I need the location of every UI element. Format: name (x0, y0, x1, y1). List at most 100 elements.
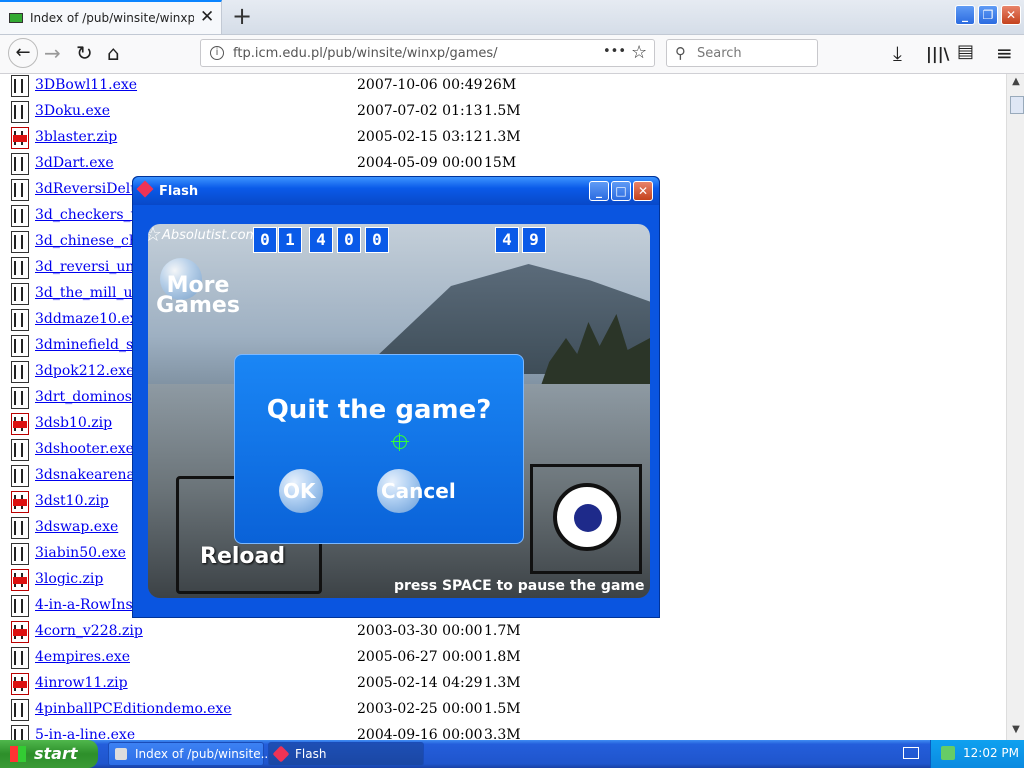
download-icon[interactable]: ⤓ (893, 41, 902, 65)
zip-file-icon (11, 569, 29, 591)
menu-icon[interactable]: ≡ (996, 41, 1013, 65)
clock[interactable]: 12:02 PM (963, 746, 1019, 760)
pause-circle-icon (553, 483, 621, 551)
listing-row: 3dDart.exe 2004-05-09 00:00 15M (0, 152, 1000, 178)
quit-dialog: Quit the game? OK Cancel (234, 354, 524, 544)
flash-close-button[interactable]: ✕ (633, 181, 653, 201)
cancel-label: Cancel (381, 479, 456, 503)
ftp-favicon-icon (9, 13, 23, 23)
browser-close-button[interactable]: ✕ (1001, 5, 1021, 25)
new-tab-button[interactable]: + (232, 2, 252, 30)
file-link[interactable]: 3dReversiDelux (35, 181, 147, 197)
reload-button[interactable]: Reload (200, 544, 285, 569)
score-digit: 1 (278, 227, 302, 253)
ok-button[interactable]: OK (279, 469, 339, 513)
start-button[interactable]: start (0, 740, 98, 768)
start-label: start (34, 744, 78, 763)
exe-file-icon (11, 75, 29, 97)
back-icon[interactable]: ← (8, 38, 38, 68)
taskbar-item-browser[interactable]: Index of /pub/winsite... (108, 742, 272, 766)
file-link[interactable]: 3d_chinese_che (35, 233, 146, 249)
flash-app-icon (136, 180, 154, 198)
listing-row: 3blaster.zip 2005-02-15 03:12 1.3M (0, 126, 1000, 152)
absolutist-logo: Absolutist.com (162, 228, 259, 243)
file-link[interactable]: 3ddmaze10.exe (35, 311, 146, 327)
listing-row: 4pinballPCEditiondemo.exe 2003-02-25 00:0… (0, 698, 1000, 724)
file-link[interactable]: 3blaster.zip (35, 129, 117, 145)
search-placeholder: Search (697, 46, 742, 61)
search-input[interactable]: ⚲ Search (666, 39, 818, 67)
listing-row: 5-in-a-line.exe 2004-09-16 00:00 3.3M (0, 724, 1000, 740)
scrollbar-thumb[interactable] (1010, 96, 1024, 114)
zip-file-icon (11, 491, 29, 513)
browser-maximize-button[interactable]: ❐ (978, 5, 998, 25)
exe-file-icon (11, 387, 29, 409)
url-bar[interactable]: i ftp.icm.edu.pl/pub/winsite/winxp/games… (200, 39, 655, 67)
vertical-scrollbar[interactable]: ▲ ▼ (1006, 74, 1024, 740)
file-date: 2003-02-25 00:00 (357, 701, 483, 717)
score-digit: 0 (253, 227, 277, 253)
info-icon[interactable]: i (210, 46, 224, 60)
page-actions-icon[interactable]: ••• (603, 44, 626, 59)
file-link[interactable]: 3Doku.exe (35, 103, 110, 119)
network-icon[interactable] (941, 746, 955, 760)
taskbar-item-label: Index of /pub/winsite... (135, 747, 273, 761)
browser-minimize-button[interactable]: _ (955, 5, 975, 25)
file-date: 2003-03-30 00:00 (357, 623, 483, 639)
file-size: 1.5M (484, 103, 521, 119)
cancel-button[interactable]: Cancel (377, 469, 487, 513)
file-link[interactable]: 3dst10.zip (35, 493, 109, 509)
file-size: 15M (484, 155, 517, 171)
bookmark-star-icon[interactable]: ☆ (631, 42, 647, 63)
keyboard-icon[interactable] (903, 747, 919, 759)
file-size: 1.8M (484, 649, 521, 665)
file-size: 26M (484, 77, 517, 93)
ok-label: OK (283, 479, 316, 503)
file-link[interactable]: 3logic.zip (35, 571, 103, 587)
file-link[interactable]: 4empires.exe (35, 649, 130, 665)
flash-minimize-button[interactable]: _ (589, 181, 609, 201)
pause-center-icon (574, 504, 602, 532)
file-size: 1.3M (484, 129, 521, 145)
reload-icon[interactable]: ↻ (76, 41, 93, 65)
sidebar-icon[interactable]: ▤ (957, 41, 974, 62)
file-link[interactable]: 3dshooter.exe (35, 441, 134, 457)
file-link[interactable]: 3iabin50.exe (35, 545, 126, 561)
file-link[interactable]: 3dDart.exe (35, 155, 114, 171)
exe-file-icon (11, 725, 29, 740)
file-link[interactable]: 4inrow11.zip (35, 675, 128, 691)
url-text[interactable]: ftp.icm.edu.pl/pub/winsite/winxp/games/ (233, 46, 498, 61)
flash-maximize-button[interactable]: □ (611, 181, 631, 201)
file-date: 2004-05-09 00:00 (357, 155, 483, 171)
game-canvas[interactable]: ☆ Absolutist.com 0 1 4 0 0 4 9 More Game… (148, 224, 650, 598)
tab-close-icon[interactable]: ✕ (200, 7, 214, 27)
exe-file-icon (11, 283, 29, 305)
file-link[interactable]: 5-in-a-line.exe (35, 727, 135, 740)
scroll-up-icon[interactable]: ▲ (1009, 76, 1023, 90)
more-games-button[interactable]: More Games (148, 275, 248, 317)
pause-button[interactable] (530, 464, 642, 574)
library-icon[interactable]: |||\ (926, 44, 949, 63)
exe-file-icon (11, 595, 29, 617)
file-link[interactable]: 3DBowl11.exe (35, 77, 137, 93)
file-link[interactable]: 3dswap.exe (35, 519, 118, 535)
file-link[interactable]: 3dpok212.exe (35, 363, 134, 379)
file-link[interactable]: 3dsb10.zip (35, 415, 112, 431)
windows-taskbar: start Index of /pub/winsite... Flash 12:… (0, 740, 1024, 768)
taskbar-item-flash[interactable]: Flash (268, 742, 424, 766)
forward-icon[interactable]: → (44, 41, 61, 65)
file-link[interactable]: 4pinballPCEditiondemo.exe (35, 701, 232, 717)
file-link[interactable]: 3d_checkers_ur (35, 207, 146, 223)
file-link[interactable]: 4-in-a-RowInsta (35, 597, 147, 613)
crosshair-cursor-icon (391, 433, 409, 451)
file-link[interactable]: 4corn_v228.zip (35, 623, 143, 639)
home-icon[interactable]: ⌂ (107, 41, 120, 65)
exe-file-icon (11, 179, 29, 201)
flash-titlebar[interactable]: Flash _ □ ✕ (133, 177, 659, 205)
file-date: 2005-02-14 04:29 (357, 675, 483, 691)
exe-file-icon (11, 231, 29, 253)
browser-tab-active[interactable]: Index of /pub/winsite/winxp/games/ ✕ (0, 0, 222, 34)
score-digit: 0 (337, 227, 361, 253)
scroll-down-icon[interactable]: ▼ (1009, 724, 1023, 738)
file-link[interactable]: 3drt_dominos_s (35, 389, 146, 405)
